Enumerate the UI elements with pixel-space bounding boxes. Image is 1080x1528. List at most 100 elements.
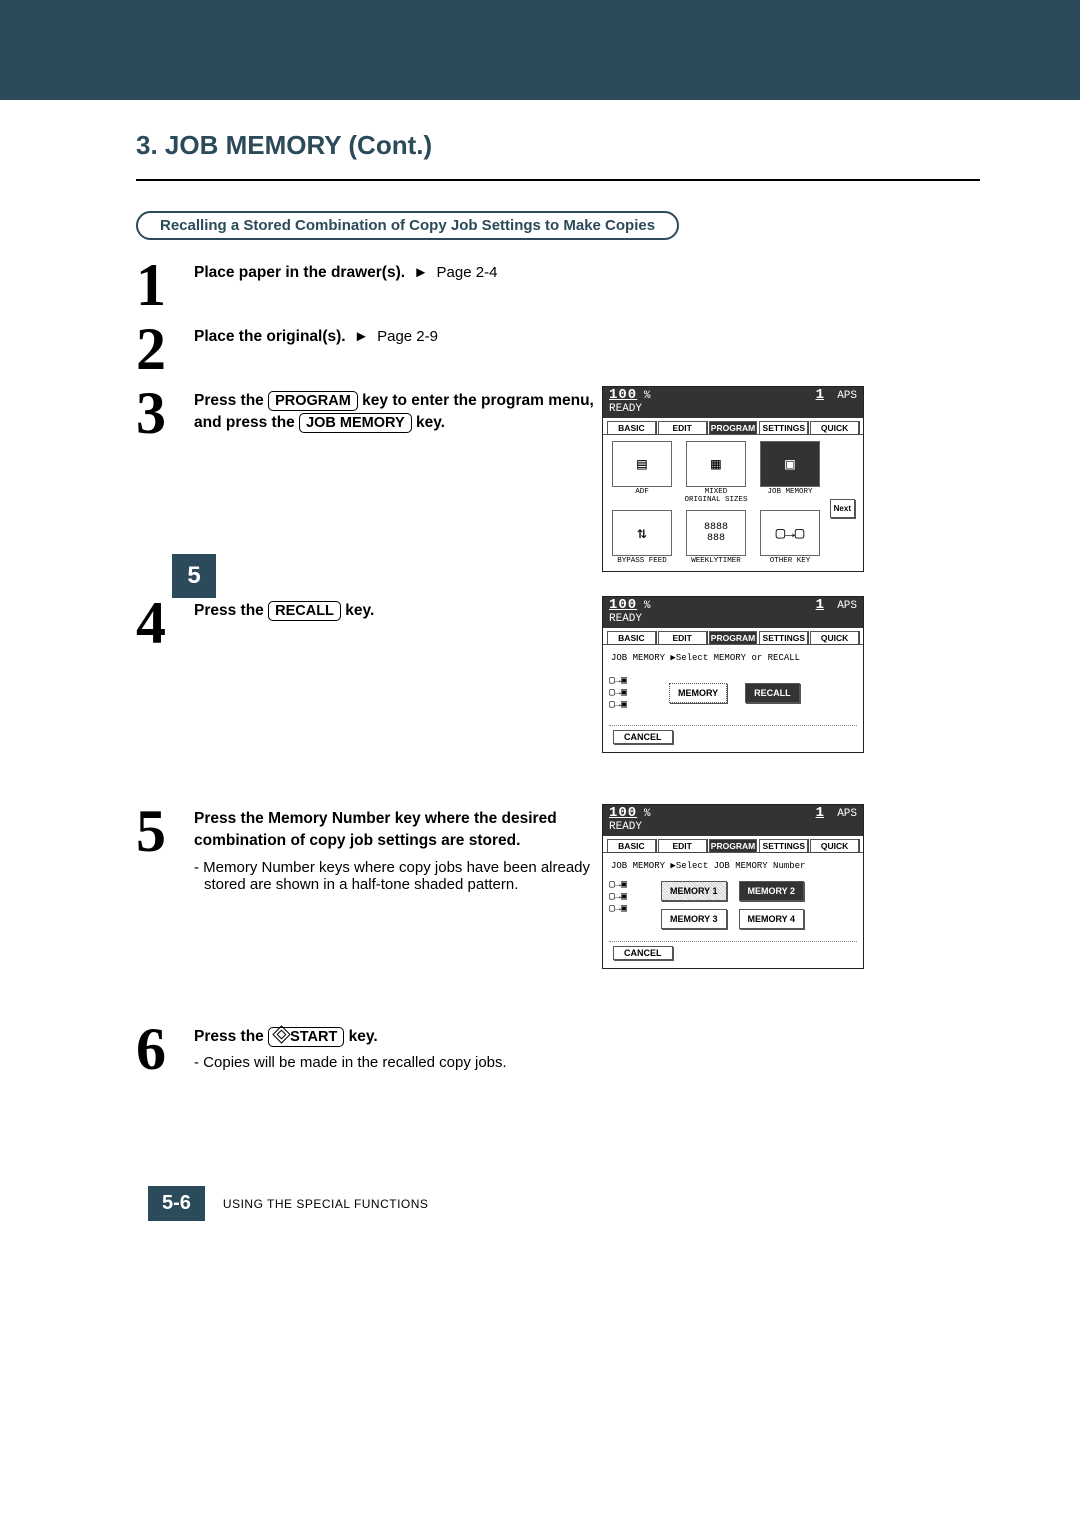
lcd-message: JOB MEMORY ▶Select MEMORY or RECALL bbox=[611, 653, 857, 663]
program-key: PROGRAM bbox=[268, 391, 358, 411]
zoom-value: 100 bbox=[609, 597, 637, 613]
memory-1-button[interactable]: MEMORY 1 bbox=[661, 881, 727, 901]
ready-status: READY bbox=[609, 613, 642, 625]
step-4-number: 4 bbox=[136, 596, 184, 650]
step-2-row: 2 Place the original(s). ► Page 2-9 bbox=[100, 322, 980, 386]
lcd-body: ▤ADF ▦MIXED ORIGINAL SIZES ▣JOB MEMORY ⇅… bbox=[603, 435, 863, 571]
page-number: 5-6 bbox=[148, 1186, 205, 1221]
step-2-bold: Place the original(s). bbox=[194, 328, 346, 345]
step-5-row: 5 Press the Memory Number key where the … bbox=[100, 804, 980, 1012]
tab-quick[interactable]: QUICK bbox=[810, 631, 859, 644]
lcd-screen-program: 100 % READY 1 APS BASIC EDIT PROGRAM SET… bbox=[602, 386, 864, 572]
pct: % bbox=[644, 808, 651, 820]
memory-2-button[interactable]: MEMORY 2 bbox=[739, 881, 805, 901]
tab-program[interactable]: PROGRAM bbox=[709, 839, 758, 852]
l: MIXED ORIGINAL SIZES bbox=[683, 488, 749, 504]
t: Select JOB MEMORY Number bbox=[676, 861, 806, 871]
t: Press the bbox=[194, 1028, 268, 1045]
step-1-ref: Page 2-4 bbox=[437, 264, 498, 281]
other-key-icon[interactable]: ▢→▢ bbox=[760, 510, 820, 556]
t: key. bbox=[341, 602, 374, 619]
chapter-tab: 5 bbox=[172, 554, 216, 598]
tab-program[interactable]: PROGRAM bbox=[709, 631, 758, 644]
cancel-button[interactable]: CANCEL bbox=[613, 946, 673, 960]
lcd-screen-recall: 100 % READY 1 APS BASIC EDIT PROGRAM SET… bbox=[602, 596, 864, 753]
bypass-feed-icon[interactable]: ⇅ bbox=[612, 510, 672, 556]
t: JOB MEMORY ▶ bbox=[611, 861, 676, 871]
step-1-number: 1 bbox=[136, 258, 184, 312]
memory-3-button[interactable]: MEMORY 3 bbox=[661, 909, 727, 929]
step-1-bold: Place paper in the drawer(s). bbox=[194, 264, 405, 281]
memory-sheets-icon: ▢→▣▢→▣▢→▣ bbox=[609, 877, 651, 917]
subtitle-pill: Recalling a Stored Combination of Copy J… bbox=[136, 211, 679, 240]
step-6-text: Press the START key. bbox=[194, 1026, 624, 1048]
t: key. bbox=[344, 1028, 377, 1045]
aps-label: APS bbox=[837, 390, 857, 402]
step-5-note: Memory Number keys where copy jobs have … bbox=[194, 859, 624, 893]
memory-4-button[interactable]: MEMORY 4 bbox=[739, 909, 805, 929]
tab-program[interactable]: PROGRAM bbox=[709, 421, 758, 434]
tab-edit[interactable]: EDIT bbox=[658, 839, 707, 852]
pct: % bbox=[644, 390, 651, 402]
copy-count: 1 bbox=[816, 805, 824, 821]
tab-edit[interactable]: EDIT bbox=[658, 421, 707, 434]
start-label: START bbox=[290, 1029, 337, 1045]
aps-label: APS bbox=[837, 808, 857, 820]
next-button[interactable]: Next bbox=[830, 499, 855, 518]
lcd-screen-memnum: 100 % READY 1 APS BASIC EDIT PROGRAM SET… bbox=[602, 804, 864, 969]
lcd-body: JOB MEMORY ▶Select MEMORY or RECALL ▢→▣▢… bbox=[603, 645, 863, 752]
footer-text: USING THE SPECIAL FUNCTIONS bbox=[223, 1197, 429, 1211]
adf-icon[interactable]: ▤ bbox=[612, 441, 672, 487]
mixed-sizes-icon[interactable]: ▦ bbox=[686, 441, 746, 487]
tab-basic[interactable]: BASIC bbox=[607, 631, 656, 644]
step-3-number: 3 bbox=[136, 386, 184, 440]
job-memory-icon[interactable]: ▣ bbox=[760, 441, 820, 487]
lcd-tabs: BASIC EDIT PROGRAM SETTINGS QUICK bbox=[603, 418, 863, 435]
section-title: 3. JOB MEMORY (Cont.) bbox=[136, 130, 980, 161]
ready-status: READY bbox=[609, 403, 642, 415]
zoom-value: 100 bbox=[609, 387, 637, 403]
t: key. bbox=[412, 414, 445, 431]
tab-settings[interactable]: SETTINGS bbox=[759, 839, 808, 852]
step-6-number: 6 bbox=[136, 1022, 184, 1076]
lcd-header: 100 % READY 1 APS bbox=[603, 387, 863, 418]
memory-button[interactable]: MEMORY bbox=[669, 683, 727, 703]
l: OTHER KEY bbox=[757, 557, 823, 565]
tab-edit[interactable]: EDIT bbox=[658, 631, 707, 644]
l: ADF bbox=[609, 488, 675, 496]
step-3-row: 3 Press the PROGRAM key to enter the pro… bbox=[100, 386, 980, 596]
step-1-text: Place paper in the drawer(s). ► Page 2-4 bbox=[194, 262, 624, 284]
tab-quick[interactable]: QUICK bbox=[810, 839, 859, 852]
rule bbox=[136, 179, 980, 181]
lcd-header: 100 % READY 1 APS bbox=[603, 805, 863, 836]
lcd-tabs: BASIC EDIT PROGRAM SETTINGS QUICK bbox=[603, 628, 863, 645]
tab-quick[interactable]: QUICK bbox=[810, 421, 859, 434]
pct: % bbox=[644, 600, 651, 612]
tab-basic[interactable]: BASIC bbox=[607, 421, 656, 434]
t: Select MEMORY or RECALL bbox=[676, 653, 800, 663]
lcd-header: 100 % READY 1 APS bbox=[603, 597, 863, 628]
step-6-row: 6 Press the START key. Copies will be ma… bbox=[100, 1022, 980, 1086]
step-2-number: 2 bbox=[136, 322, 184, 376]
tab-settings[interactable]: SETTINGS bbox=[759, 631, 808, 644]
start-diamond-icon bbox=[272, 1025, 290, 1043]
aps-label: APS bbox=[837, 600, 857, 612]
l: BYPASS FEED bbox=[609, 557, 675, 565]
step-5-bold: Press the Memory Number key where the de… bbox=[194, 810, 557, 849]
step-2-ref: Page 2-9 bbox=[377, 328, 438, 345]
step-4-text: Press the RECALL key. bbox=[194, 600, 624, 622]
t: JOB MEMORY ▶ bbox=[611, 653, 676, 663]
step-6-note: Copies will be made in the recalled copy… bbox=[194, 1054, 624, 1071]
l: WEEKLYTIMER bbox=[683, 557, 749, 565]
weekly-timer-icon[interactable]: 8888888 bbox=[686, 510, 746, 556]
step-5-number: 5 bbox=[136, 804, 184, 858]
recall-button[interactable]: RECALL bbox=[745, 683, 800, 703]
arrow-icon: ► bbox=[413, 262, 428, 284]
tab-basic[interactable]: BASIC bbox=[607, 839, 656, 852]
page-footer: 5-6 USING THE SPECIAL FUNCTIONS bbox=[148, 1186, 980, 1221]
tab-settings[interactable]: SETTINGS bbox=[759, 421, 808, 434]
step-3-text: Press the PROGRAM key to enter the progr… bbox=[194, 390, 624, 435]
t: Press the bbox=[194, 602, 268, 619]
copy-count: 1 bbox=[816, 387, 824, 403]
cancel-button[interactable]: CANCEL bbox=[613, 730, 673, 744]
